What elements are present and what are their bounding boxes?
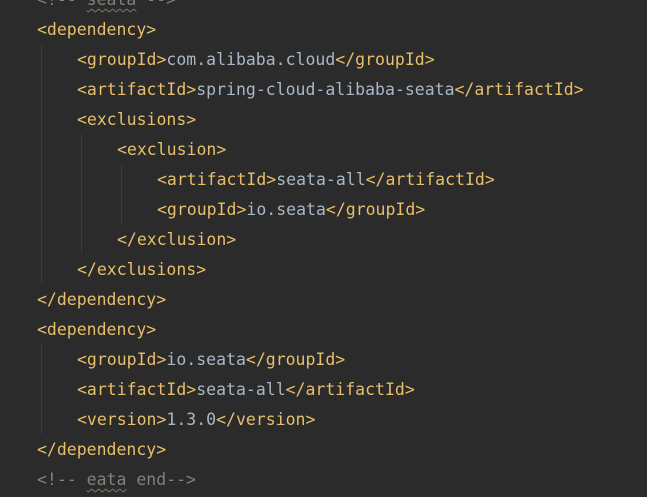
xml-tag: <dependency> xyxy=(37,320,157,339)
code-line[interactable]: <version>1.3.0</version> xyxy=(77,405,315,435)
indent-guide xyxy=(41,44,42,284)
indent-guide xyxy=(41,344,42,434)
code-line[interactable]: </exclusion> xyxy=(117,225,236,255)
xml-text: seata-all xyxy=(276,170,366,189)
code-line[interactable]: </dependency> xyxy=(37,435,166,465)
xml-tag: <groupId> xyxy=(77,350,167,369)
code-line[interactable]: <groupId>io.seata</groupId> xyxy=(157,195,425,225)
code-line[interactable]: <groupId>io.seata</groupId> xyxy=(77,345,345,375)
code-line[interactable]: </dependency> xyxy=(37,285,166,315)
code-line[interactable]: <dependency> xyxy=(37,315,156,345)
xml-comment: eata xyxy=(86,470,127,489)
xml-text: seata-all xyxy=(196,380,286,399)
xml-tag: <exclusion> xyxy=(117,140,227,159)
xml-tag: <exclusions> xyxy=(77,110,197,129)
xml-text: io.seata xyxy=(166,350,246,369)
xml-comment: <!-- xyxy=(37,470,87,489)
code-line[interactable]: <!-- seata --> xyxy=(37,0,176,15)
xml-tag: <dependency> xyxy=(37,20,157,39)
code-line[interactable]: <exclusion> xyxy=(117,135,226,165)
xml-comment: <!-- xyxy=(37,0,87,9)
code-line[interactable]: <!-- eata end--> xyxy=(37,465,196,495)
indent-guide xyxy=(121,164,122,224)
xml-text: io.seata xyxy=(246,200,326,219)
xml-comment: end--> xyxy=(126,470,196,489)
code-line[interactable]: <artifactId>spring-cloud-alibaba-seata</… xyxy=(77,75,584,105)
xml-text: 1.3.0 xyxy=(166,410,217,429)
xml-tag: </version> xyxy=(216,410,316,429)
xml-tag: </artifactId> xyxy=(454,80,584,99)
code-line[interactable]: <exclusions> xyxy=(77,105,196,135)
code-editor[interactable]: <!-- seata --> <dependency> <groupId>com… xyxy=(0,0,647,497)
indent-guide xyxy=(81,134,82,254)
xml-tag: </dependency> xyxy=(37,290,167,309)
xml-tag: </dependency> xyxy=(37,440,167,459)
xml-tag: <groupId> xyxy=(157,200,247,219)
xml-tag: <artifactId> xyxy=(77,380,197,399)
xml-comment: seata xyxy=(87,0,137,9)
code-line[interactable]: <artifactId>seata-all</artifactId> xyxy=(77,375,415,405)
code-line[interactable]: <dependency> xyxy=(37,15,156,45)
xml-tag: </artifactId> xyxy=(285,380,415,399)
xml-tag: <artifactId> xyxy=(157,170,277,189)
xml-tag: </groupId> xyxy=(335,50,435,69)
code-line[interactable]: </exclusions> xyxy=(77,255,206,285)
code-line[interactable]: <artifactId>seata-all</artifactId> xyxy=(157,165,495,195)
xml-tag: </exclusion> xyxy=(117,230,237,249)
xml-tag: <artifactId> xyxy=(77,80,197,99)
xml-tag: </exclusions> xyxy=(77,260,207,279)
xml-tag: </artifactId> xyxy=(365,170,495,189)
xml-text: spring-cloud-alibaba-seata xyxy=(196,80,455,99)
code-line[interactable]: <groupId>com.alibaba.cloud</groupId> xyxy=(77,45,435,75)
xml-comment: --> xyxy=(136,0,176,9)
xml-text: com.alibaba.cloud xyxy=(166,50,336,69)
xml-tag: <groupId> xyxy=(77,50,167,69)
xml-tag: </groupId> xyxy=(325,200,426,219)
xml-tag: </groupId> xyxy=(245,350,346,369)
xml-tag: <version> xyxy=(77,410,167,429)
